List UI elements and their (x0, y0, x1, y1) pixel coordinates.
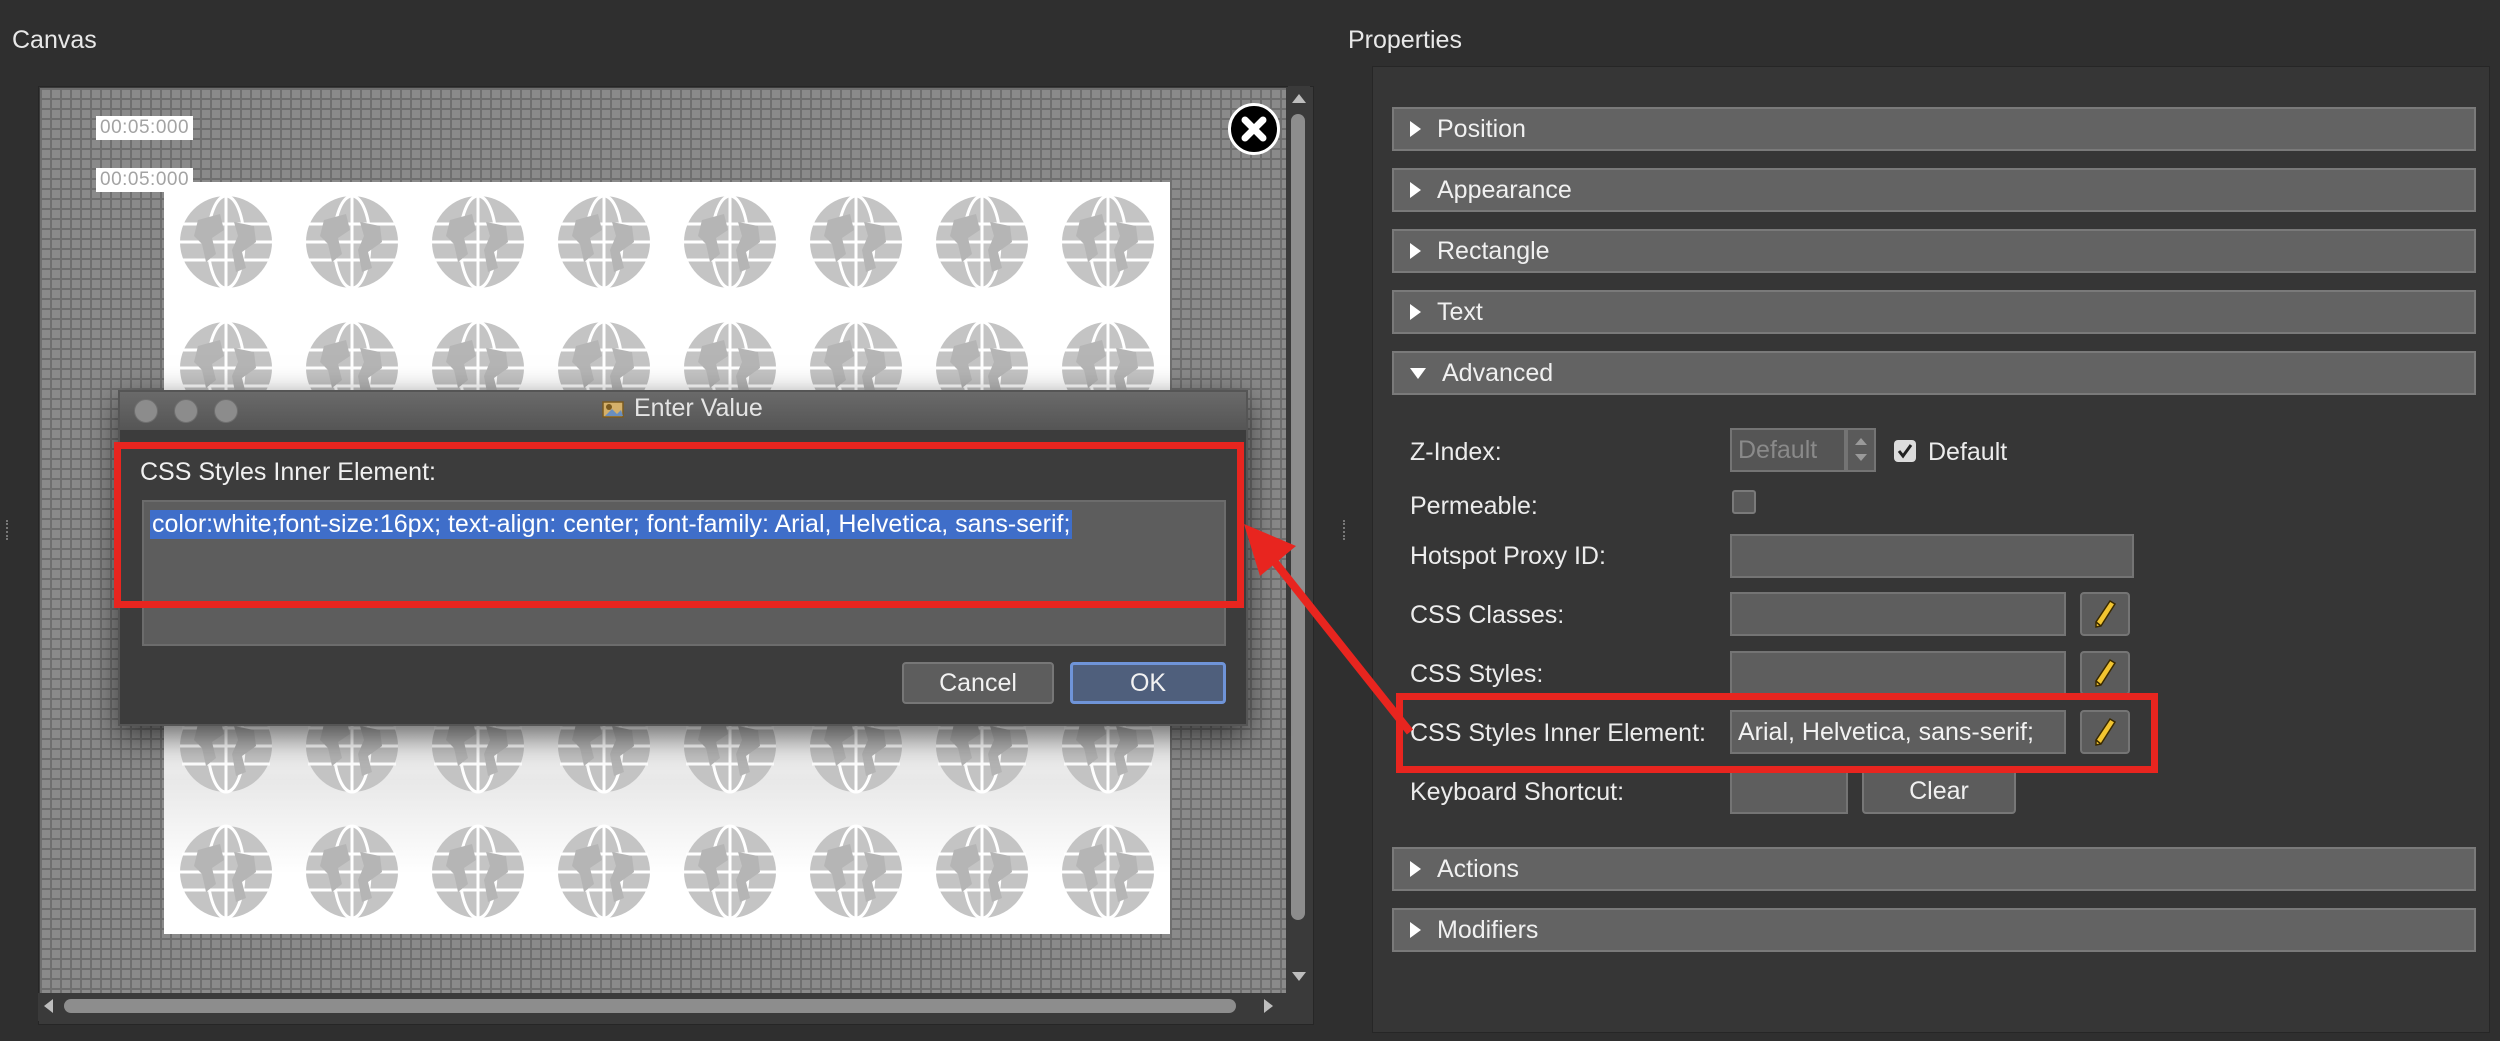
section-modifiers[interactable]: Modifiers (1392, 908, 2476, 952)
scroll-right-icon[interactable] (1264, 999, 1273, 1013)
section-label: Actions (1437, 854, 1519, 883)
collapse-arrow-icon (1410, 367, 1426, 379)
globe-icon (680, 822, 780, 922)
globe-icon (554, 192, 654, 292)
css-classes-label: CSS Classes: (1410, 601, 1565, 629)
globe-icon (176, 822, 276, 922)
annotation-highlight-dialog (114, 442, 1244, 608)
z-index-default-checkbox[interactable] (1894, 440, 1916, 462)
z-index-label: Z-Index: (1410, 438, 1502, 466)
section-position[interactable]: Position (1392, 107, 2476, 151)
expand-arrow-icon (1410, 304, 1421, 320)
globe-icon (932, 822, 1032, 922)
section-label: Rectangle (1437, 236, 1550, 265)
hotspot-proxy-input[interactable] (1730, 534, 2134, 578)
globe-icon (302, 192, 402, 292)
timecode-label: 00:05:000 (96, 116, 194, 140)
timecode-label: 00:05:000 (96, 168, 194, 192)
globe-icon (806, 192, 906, 292)
app-icon (602, 400, 624, 418)
section-label: Text (1437, 297, 1483, 326)
cancel-button[interactable]: Cancel (902, 662, 1054, 704)
globe-icon (428, 822, 528, 922)
section-label: Modifiers (1437, 915, 1539, 944)
stepper-up-icon (1855, 438, 1867, 445)
pencil-icon (2095, 599, 2117, 628)
scroll-up-icon[interactable] (1292, 94, 1306, 103)
section-label: Appearance (1437, 175, 1572, 204)
section-appearance[interactable]: Appearance (1392, 168, 2476, 212)
close-button[interactable] (1228, 103, 1280, 155)
scroll-left-icon[interactable] (44, 999, 53, 1013)
close-icon (1241, 116, 1267, 142)
section-actions[interactable]: Actions (1392, 847, 2476, 891)
window-minimize-icon[interactable] (174, 399, 198, 423)
globe-icon (176, 192, 276, 292)
clear-button[interactable]: Clear (1862, 768, 2016, 814)
ok-button[interactable]: OK (1070, 662, 1226, 704)
z-index-input[interactable]: Default (1730, 428, 1846, 472)
expand-arrow-icon (1410, 243, 1421, 259)
css-classes-input[interactable] (1730, 592, 2066, 636)
globe-icon (1058, 822, 1158, 922)
section-label: Position (1437, 114, 1526, 143)
annotation-arrow (1244, 524, 1414, 735)
globe-icon (302, 822, 402, 922)
horizontal-scroll-thumb[interactable] (64, 999, 1236, 1013)
permeable-label: Permeable: (1410, 492, 1538, 520)
section-rectangle[interactable]: Rectangle (1392, 229, 2476, 273)
pencil-icon (2095, 658, 2117, 687)
window-close-icon[interactable] (134, 399, 158, 423)
canvas-panel-title: Canvas (12, 26, 97, 54)
globe-icon (932, 192, 1032, 292)
globe-icon (554, 822, 654, 922)
section-label: Advanced (1442, 358, 1554, 387)
expand-arrow-icon (1410, 121, 1421, 137)
properties-panel-title: Properties (1348, 26, 1462, 54)
z-index-default-label: Default (1928, 438, 2008, 466)
permeable-checkbox[interactable] (1732, 490, 1756, 514)
annotation-highlight-field (1396, 693, 2158, 773)
hotspot-proxy-label: Hotspot Proxy ID: (1410, 542, 1606, 570)
css-styles-edit-button[interactable] (2080, 651, 2130, 695)
keyboard-shortcut-input[interactable] (1730, 768, 1848, 814)
stepper-down-icon (1855, 454, 1867, 461)
dialog-title: Enter Value (600, 394, 763, 423)
css-styles-label: CSS Styles: (1410, 660, 1544, 688)
vertical-scroll-thumb[interactable] (1291, 114, 1305, 920)
css-styles-input[interactable] (1730, 651, 2066, 695)
globe-icon (806, 822, 906, 922)
checkmark-icon (1897, 444, 1913, 459)
keyboard-shortcut-label: Keyboard Shortcut: (1410, 778, 1625, 806)
expand-arrow-icon (1410, 182, 1421, 198)
scroll-down-icon[interactable] (1292, 972, 1306, 981)
globe-icon (680, 192, 780, 292)
globe-icon (428, 192, 528, 292)
window-zoom-icon[interactable] (214, 399, 238, 423)
css-classes-edit-button[interactable] (2080, 592, 2130, 636)
globe-icon (1058, 192, 1158, 292)
expand-arrow-icon (1410, 922, 1421, 938)
left-splitter-grip[interactable] (6, 520, 12, 540)
section-text[interactable]: Text (1392, 290, 2476, 334)
z-index-stepper[interactable] (1846, 428, 1876, 472)
section-advanced[interactable]: Advanced (1392, 351, 2476, 395)
expand-arrow-icon (1410, 861, 1421, 877)
dialog-title-text: Enter Value (634, 394, 763, 422)
